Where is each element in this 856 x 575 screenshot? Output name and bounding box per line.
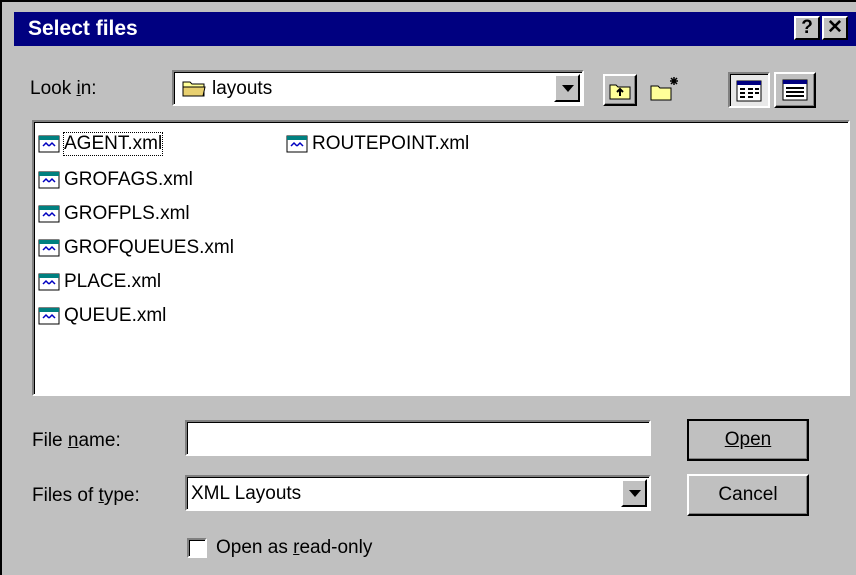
file-name: QUEUE.xml xyxy=(64,305,167,326)
file-list[interactable]: AGENT.xml GROFAGS.xml GROFPLS.xml GROFQU… xyxy=(32,120,850,396)
file-item[interactable]: QUEUE.xml xyxy=(38,304,166,328)
cancel-button-label: Cancel xyxy=(718,484,778,505)
file-type-dropdown[interactable]: XML Layouts xyxy=(185,475,651,511)
select-files-dialog: Select files ? ✕ Look in: layouts AGENT.… xyxy=(0,0,856,575)
file-item[interactable]: GROFAGS.xml xyxy=(38,168,193,192)
file-item[interactable]: ROUTEPOINT.xml xyxy=(286,132,469,156)
file-item[interactable]: GROFPLS.xml xyxy=(38,202,190,226)
folder-icon xyxy=(182,81,206,97)
xml-file-icon xyxy=(38,135,60,153)
file-name: GROFQUEUES.xml xyxy=(64,237,234,258)
file-name-input[interactable] xyxy=(185,420,651,456)
xml-file-icon xyxy=(38,307,60,325)
xml-file-icon xyxy=(38,273,60,291)
open-button-label: Open xyxy=(724,429,772,450)
open-button[interactable]: Open xyxy=(687,419,809,461)
read-only-checkbox[interactable] xyxy=(187,538,207,558)
look-in-label: Look in: xyxy=(30,78,97,99)
new-folder-button[interactable] xyxy=(647,74,683,106)
cancel-button[interactable]: Cancel xyxy=(687,474,809,516)
chevron-down-icon xyxy=(562,85,574,92)
file-item[interactable]: PLACE.xml xyxy=(38,270,161,294)
list-view-button[interactable] xyxy=(728,72,770,108)
file-name: GROFPLS.xml xyxy=(64,203,190,224)
up-folder-icon xyxy=(609,84,631,100)
chevron-down-icon xyxy=(629,490,641,497)
file-name: ROUTEPOINT.xml xyxy=(312,133,470,154)
file-name: AGENT.xml xyxy=(62,132,164,156)
help-button[interactable]: ? xyxy=(794,16,820,40)
file-name: GROFAGS.xml xyxy=(64,169,193,190)
file-name-label: File name: xyxy=(32,430,121,451)
look-in-dropdown[interactable]: layouts xyxy=(172,70,584,106)
details-view-button[interactable] xyxy=(774,72,816,108)
read-only-label: Open as read-only xyxy=(216,537,373,558)
details-view-icon xyxy=(782,79,808,101)
up-folder-button[interactable] xyxy=(603,74,637,106)
file-item[interactable]: GROFQUEUES.xml xyxy=(38,236,234,260)
list-view-icon xyxy=(736,80,762,102)
file-type-label: Files of type: xyxy=(32,485,140,506)
window-title: Select files xyxy=(28,17,138,40)
title-bar[interactable]: Select files ? ✕ xyxy=(14,12,856,46)
look-in-value: layouts xyxy=(212,78,273,99)
xml-file-icon xyxy=(38,171,60,189)
file-type-dropdown-button[interactable] xyxy=(621,479,647,507)
new-folder-icon xyxy=(650,77,678,101)
file-item[interactable]: AGENT.xml xyxy=(38,132,164,156)
close-button[interactable]: ✕ xyxy=(822,16,848,40)
xml-file-icon xyxy=(38,239,60,257)
xml-file-icon xyxy=(38,205,60,223)
file-type-value: XML Layouts xyxy=(191,483,302,504)
xml-file-icon xyxy=(286,135,308,153)
look-in-dropdown-button[interactable] xyxy=(554,74,580,102)
file-name: PLACE.xml xyxy=(64,271,162,292)
